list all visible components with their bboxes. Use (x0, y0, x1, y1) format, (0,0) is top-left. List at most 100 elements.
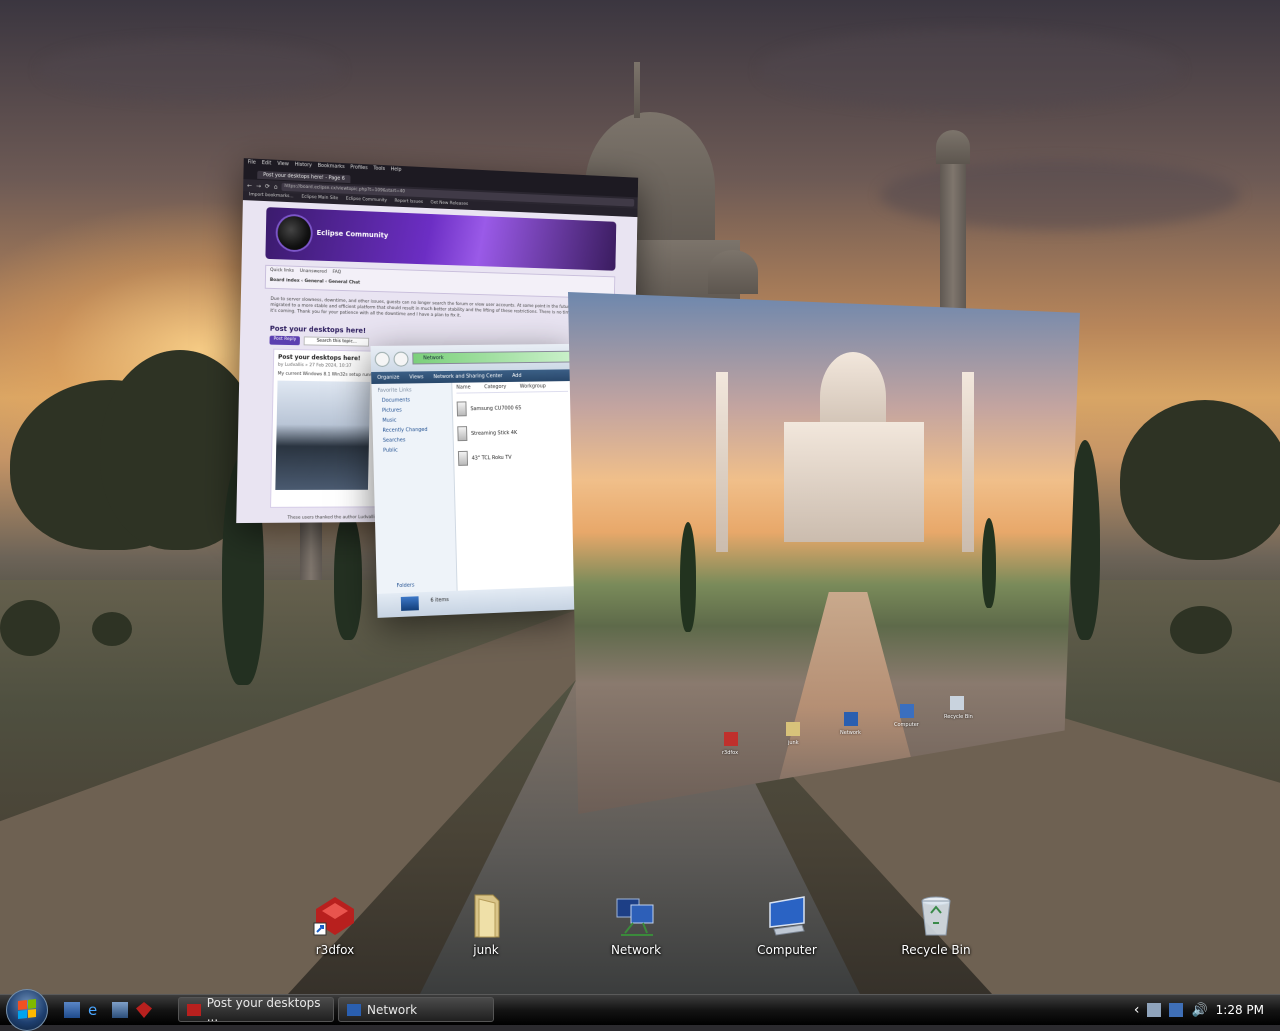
desktop-icon-label: Network (610, 943, 662, 957)
nav-public[interactable]: Public (383, 446, 447, 453)
clock[interactable]: 1:28 PM (1216, 1003, 1264, 1017)
nav-pictures[interactable]: Pictures (382, 407, 446, 413)
taskbar-button-browser[interactable]: Post your desktops ... (178, 995, 334, 1024)
r3dfox-icon[interactable] (136, 1002, 152, 1018)
post-screenshot-image[interactable] (275, 380, 371, 490)
column-workgroup[interactable]: Workgroup (520, 383, 546, 389)
preview-minaret (962, 372, 974, 552)
network-icon (844, 712, 858, 726)
bookmark-item[interactable]: Import bookmarks... (249, 192, 294, 201)
preview-minaret (716, 372, 728, 552)
back-button[interactable] (374, 351, 390, 367)
taskbar-button-label: Network (367, 1002, 418, 1017)
column-name[interactable]: Name (456, 385, 471, 391)
bookmark-item[interactable]: Eclipse Community (346, 197, 387, 206)
menu-history[interactable]: History (295, 162, 312, 171)
system-tray: ‹ 🔊 1:28 PM (1134, 995, 1280, 1025)
list-item[interactable]: Streaming Stick 4K (457, 424, 569, 442)
file-list: Name Category Workgroup Samsung CU7000 6… (452, 381, 577, 601)
desktop-icon-label: Recycle Bin (901, 943, 971, 957)
menu-profiles[interactable]: Profiles (350, 164, 367, 173)
recycle-bin-icon (950, 696, 964, 710)
shrub (0, 600, 60, 656)
preview-mausoleum (784, 422, 924, 542)
nav-unanswered[interactable]: Unanswered (300, 269, 327, 275)
preview-icon-label: Recycle Bin (944, 714, 973, 720)
internet-explorer-icon[interactable]: e (88, 1002, 104, 1018)
r3dfox-icon (312, 893, 358, 939)
network-sharing-button[interactable]: Network and Sharing Center (433, 373, 502, 380)
nav-searches[interactable]: Searches (383, 436, 447, 443)
desktop-preview-window[interactable]: r3dfox junk Network Computer Recycle Bin (568, 292, 1080, 814)
column-category[interactable]: Category (484, 384, 506, 390)
start-button[interactable] (6, 989, 48, 1031)
forum-title[interactable]: Eclipse Community (317, 229, 389, 240)
nav-quick-links[interactable]: Quick links (270, 268, 294, 274)
preview-cypress (982, 518, 996, 608)
media-device-icon (457, 426, 468, 442)
bookmark-item[interactable]: Report Issues (394, 199, 423, 207)
bookmark-item[interactable]: Get New Releases (430, 200, 468, 208)
switch-windows-icon[interactable] (112, 1002, 128, 1018)
preview-icon-label: Computer (894, 722, 919, 728)
forum-navbar: Quick links Unanswered FAQ Board index ‹… (264, 264, 616, 299)
explorer-titlebar: Network (370, 343, 572, 373)
nav-recently-changed[interactable]: Recently Changed (383, 427, 447, 434)
reload-icon[interactable]: ⟳ (265, 183, 270, 190)
media-device-icon (457, 450, 469, 466)
network-status-icon[interactable] (1169, 1003, 1184, 1017)
recycle-bin-icon (913, 893, 959, 939)
volume-icon[interactable]: 🔊 (1191, 1003, 1207, 1018)
forum-notice: Due to server slowness, downtime, and ot… (270, 296, 612, 319)
desktop-icon-junk[interactable]: junk (441, 893, 531, 957)
taskbar-button-label: Post your desktops ... (206, 995, 321, 1024)
menu-bookmarks[interactable]: Bookmarks (318, 163, 345, 172)
desktop-icon-r3dfox[interactable]: r3dfox (290, 893, 380, 957)
cloud (40, 40, 340, 100)
nav-music[interactable]: Music (382, 417, 446, 424)
desktop-icon-recycle-bin[interactable]: Recycle Bin (891, 893, 981, 957)
shrub (92, 612, 132, 646)
menu-view[interactable]: View (277, 161, 289, 170)
home-icon[interactable]: ⌂ (274, 183, 278, 190)
menu-help[interactable]: Help (391, 166, 402, 174)
cypress-tree (1070, 440, 1100, 640)
topic-search-input[interactable]: Search this topic... (303, 336, 370, 347)
list-item[interactable]: Samsung CU7000 65 (456, 400, 569, 417)
network-icon (347, 1003, 361, 1016)
nav-faq[interactable]: FAQ (333, 270, 341, 275)
menu-edit[interactable]: Edit (262, 160, 272, 168)
cloud (760, 30, 1180, 110)
address-bar[interactable]: Network (412, 350, 572, 365)
item-name: Samsung CU7000 65 (470, 404, 522, 412)
forward-icon[interactable]: → (256, 182, 261, 189)
explorer-window[interactable]: Network Organize Views Network and Shari… (370, 343, 578, 618)
post-reply-button[interactable]: Post Reply (269, 335, 301, 346)
media-device-icon (456, 401, 467, 417)
tray-app-icon[interactable] (1147, 1003, 1162, 1017)
list-item[interactable]: 43" TCL Roku TV (457, 449, 570, 466)
nav-documents[interactable]: Documents (382, 397, 446, 403)
menu-file[interactable]: File (248, 159, 256, 167)
eclipse-logo-icon[interactable] (277, 215, 312, 251)
bookmark-item[interactable]: Eclipse Main Site (301, 195, 338, 204)
navigation-pane: Favorite Links Documents Pictures Music … (371, 382, 458, 604)
folders-toggle[interactable]: Folders (396, 582, 414, 589)
tree (1120, 400, 1280, 560)
tray-expand-icon[interactable]: ‹ (1134, 1002, 1140, 1018)
preview-icon-label: r3dfox (722, 750, 739, 756)
network-icon (400, 596, 419, 611)
side-dome (708, 250, 758, 294)
desktop-icon-computer[interactable]: Computer (742, 893, 832, 957)
add-button[interactable]: Add (512, 373, 521, 379)
forward-button[interactable] (393, 351, 409, 367)
desktop-icon-network[interactable]: Network (591, 893, 681, 957)
r3dfox-icon (187, 1003, 201, 1016)
show-desktop-icon[interactable] (64, 1002, 80, 1018)
views-button[interactable]: Views (409, 374, 423, 380)
organize-button[interactable]: Organize (377, 375, 399, 381)
taskbar-button-network[interactable]: Network (338, 997, 494, 1022)
menu-tools[interactable]: Tools (373, 166, 385, 174)
back-icon[interactable]: ← (247, 182, 252, 189)
item-name: 43" TCL Roku TV (471, 454, 512, 462)
